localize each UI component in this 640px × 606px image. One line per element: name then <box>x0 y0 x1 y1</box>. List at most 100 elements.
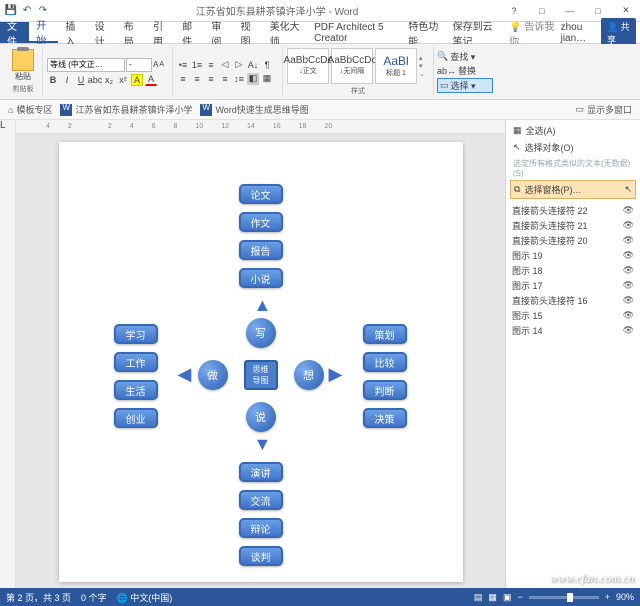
account[interactable]: zhou jian… <box>561 22 597 44</box>
select-objects[interactable]: ↖ 选择对象(O) <box>510 139 636 156</box>
bold-button[interactable]: B <box>47 74 59 86</box>
diagram-center[interactable]: 思维 导图 <box>244 360 278 390</box>
weblayout-icon[interactable]: ▣ <box>503 592 512 603</box>
font-size-select[interactable]: - <box>126 58 152 72</box>
page-status[interactable]: 第 2 页，共 3 页 <box>6 591 71 604</box>
list-item[interactable]: 直接箭头连接符 20👁 <box>510 233 636 248</box>
node-right-2[interactable]: 判断 <box>363 380 407 400</box>
diagram-head-bottom[interactable]: 说 <box>246 402 276 432</box>
list-item[interactable]: 图示 17👁 <box>510 278 636 293</box>
eye-icon[interactable]: 👁 <box>623 265 634 276</box>
share-button[interactable]: 👤 共享 <box>601 18 636 48</box>
show-marks-icon[interactable]: ¶ <box>261 59 273 71</box>
redo-icon[interactable]: ↷ <box>36 4 50 18</box>
word-count[interactable]: 0 个字 <box>81 591 107 604</box>
list-item[interactable]: 直接箭头连接符 21👁 <box>510 218 636 233</box>
list-item[interactable]: 图示 15👁 <box>510 308 636 323</box>
node-top-1[interactable]: 作文 <box>239 212 283 232</box>
eye-icon[interactable]: 👁 <box>623 220 634 231</box>
sort-icon[interactable]: A↓ <box>247 59 259 71</box>
document-area[interactable]: 422468101214161820 思维 导图 写 说 做 想 ▲ ▼ ◀ ▶… <box>16 120 505 588</box>
styles-more[interactable]: ⌄ <box>419 70 429 78</box>
font-name-select[interactable]: 等线 (中文正… <box>47 58 125 72</box>
multiwin-button[interactable]: ▭ 显示多窗口 <box>575 103 632 116</box>
eye-icon[interactable]: 👁 <box>623 325 634 336</box>
tab-review[interactable]: 审阅 <box>204 22 233 43</box>
zoom-in-button[interactable]: + <box>605 592 610 602</box>
eye-icon[interactable]: 👁 <box>623 295 634 306</box>
grow-font-icon[interactable]: A <box>153 60 158 69</box>
diagram-head-left[interactable]: 做 <box>198 360 228 390</box>
tab-cloud[interactable]: 保存到云笔记 <box>446 22 506 43</box>
list-item[interactable]: 图示 14👁 <box>510 323 636 338</box>
shading-icon[interactable]: ◧ <box>247 73 259 85</box>
tab-view[interactable]: 视图 <box>234 22 263 43</box>
list-item[interactable]: 图示 18👁 <box>510 263 636 278</box>
undo-icon[interactable]: ↶ <box>20 4 34 18</box>
node-top-0[interactable]: 论文 <box>239 184 283 204</box>
doc-tab-current[interactable]: 江苏省如东县耕茶镇许泽小学 <box>60 103 192 116</box>
align-center-icon[interactable]: ≡ <box>191 73 203 85</box>
strike-button[interactable]: abc <box>89 74 101 86</box>
style-normal[interactable]: AaBbCcDc↓正文 <box>287 48 329 84</box>
lang-status[interactable]: 🌐 中文(中国) <box>117 591 173 604</box>
list-item[interactable]: 直接箭头连接符 16👁 <box>510 293 636 308</box>
multilevel-icon[interactable]: ≡ <box>205 59 217 71</box>
find-button[interactable]: 🔍 查找 ▾ <box>437 50 493 63</box>
node-left-0[interactable]: 学习 <box>114 324 158 344</box>
node-top-3[interactable]: 小说 <box>239 268 283 288</box>
styles-down[interactable]: ▾ <box>419 62 429 70</box>
node-bot-0[interactable]: 演讲 <box>239 462 283 482</box>
align-left-icon[interactable]: ≡ <box>177 73 189 85</box>
tab-references[interactable]: 引用 <box>146 22 175 43</box>
tab-beautify[interactable]: 美化大师 <box>263 22 307 43</box>
doc-tab-templates[interactable]: ⌂ 模板专区 <box>8 103 52 116</box>
node-right-0[interactable]: 策划 <box>363 324 407 344</box>
align-right-icon[interactable]: ≡ <box>205 73 217 85</box>
zoom-slider[interactable] <box>529 596 599 599</box>
select-all[interactable]: ▦ 全选(A) <box>510 122 636 139</box>
indent-inc-icon[interactable]: ▷ <box>233 59 245 71</box>
tab-pdf[interactable]: PDF Architect 5 Creator <box>307 22 401 43</box>
indent-dec-icon[interactable]: ◁ <box>219 59 231 71</box>
save-icon[interactable]: 💾 <box>4 4 18 18</box>
style-h1[interactable]: AaBl标题 1 <box>375 48 417 84</box>
justify-icon[interactable]: ≡ <box>219 73 231 85</box>
node-top-2[interactable]: 报告 <box>239 240 283 260</box>
tab-layout[interactable]: 布局 <box>117 22 146 43</box>
tab-special[interactable]: 特色功能 <box>401 22 445 43</box>
node-bot-2[interactable]: 辩论 <box>239 518 283 538</box>
printlayout-icon[interactable]: ▦ <box>488 592 497 603</box>
tab-insert[interactable]: 插入 <box>58 22 87 43</box>
style-nospace[interactable]: AaBbCcDc↓无间隔 <box>331 48 373 84</box>
eye-icon[interactable]: 👁 <box>623 235 634 246</box>
replace-button[interactable]: ab↔ 替换 <box>437 64 493 77</box>
tab-file[interactable]: 文件 <box>0 22 29 43</box>
zoom-value[interactable]: 90% <box>616 592 634 602</box>
select-button[interactable]: ▭ 选择 ▾ <box>437 78 493 93</box>
node-left-3[interactable]: 创业 <box>114 408 158 428</box>
node-left-2[interactable]: 生活 <box>114 380 158 400</box>
borders-icon[interactable]: ▦ <box>261 73 273 85</box>
node-right-1[interactable]: 比较 <box>363 352 407 372</box>
font-color-icon[interactable]: A <box>145 74 157 86</box>
diagram-head-top[interactable]: 写 <box>246 318 276 348</box>
shrink-font-icon[interactable]: A <box>159 61 164 68</box>
readmode-icon[interactable]: ▤ <box>474 592 483 603</box>
styles-up[interactable]: ▴ <box>419 54 429 62</box>
zoom-out-button[interactable]: − <box>517 592 522 602</box>
eye-icon[interactable]: 👁 <box>623 280 634 291</box>
underline-button[interactable]: U <box>75 74 87 86</box>
highlight-icon[interactable]: A <box>131 74 143 86</box>
tab-home[interactable]: 开始 <box>29 22 58 43</box>
node-bot-3[interactable]: 谈判 <box>239 546 283 566</box>
italic-button[interactable]: I <box>61 74 73 86</box>
bullets-icon[interactable]: •≡ <box>177 59 189 71</box>
node-right-3[interactable]: 决策 <box>363 408 407 428</box>
minimize-button[interactable]: — <box>556 0 584 22</box>
sub-button[interactable]: x₂ <box>103 74 115 86</box>
doc-tab-mindmap[interactable]: Word快速生成思维导图 <box>200 103 308 116</box>
diagram-head-right[interactable]: 想 <box>294 360 324 390</box>
eye-icon[interactable]: 👁 <box>623 205 634 216</box>
node-left-1[interactable]: 工作 <box>114 352 158 372</box>
